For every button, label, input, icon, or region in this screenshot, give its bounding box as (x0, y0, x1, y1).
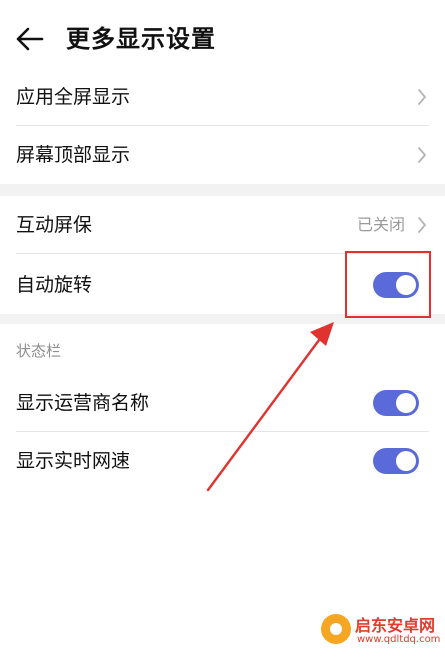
toggle-knob (396, 451, 416, 471)
status-value: 已关闭 (356, 215, 405, 234)
setting-label: 自动旋转 (16, 274, 93, 296)
setting-show-carrier-name: 显示运营商名称 (0, 374, 445, 432)
watermark-name: 启东安卓网 (355, 616, 436, 635)
setting-fullscreen-apps[interactable]: 应用全屏显示 (0, 68, 445, 126)
chevron-right-icon (418, 147, 426, 163)
section-separator (0, 184, 445, 196)
chevron-right-icon (418, 217, 426, 233)
watermark: 启东安卓网 www.qdltdq.com (321, 610, 441, 654)
arrow-left-icon[interactable] (14, 24, 46, 54)
setting-interactive-screensaver[interactable]: 互动屏保 已关闭 (0, 196, 445, 254)
setting-label: 屏幕顶部显示 (16, 144, 131, 166)
carrier-name-toggle[interactable] (373, 390, 419, 416)
network-speed-toggle[interactable] (373, 448, 419, 474)
watermark-logo-icon (321, 614, 351, 644)
annotation-highlight-box (345, 251, 431, 318)
setting-screen-top-display[interactable]: 屏幕顶部显示 (0, 126, 445, 184)
setting-label: 互动屏保 (16, 214, 93, 236)
setting-label: 显示运营商名称 (16, 392, 150, 414)
chevron-right-icon (418, 89, 426, 105)
page-title: 更多显示设置 (66, 25, 216, 53)
toggle-knob (396, 393, 416, 413)
setting-show-network-speed: 显示实时网速 (0, 432, 445, 490)
setting-label: 显示实时网速 (16, 450, 131, 472)
header: 更多显示设置 (0, 0, 445, 78)
section-title-status-bar: 状态栏 (16, 342, 62, 360)
setting-label: 应用全屏显示 (16, 86, 131, 108)
watermark-url: www.qdltdq.com (357, 634, 441, 645)
